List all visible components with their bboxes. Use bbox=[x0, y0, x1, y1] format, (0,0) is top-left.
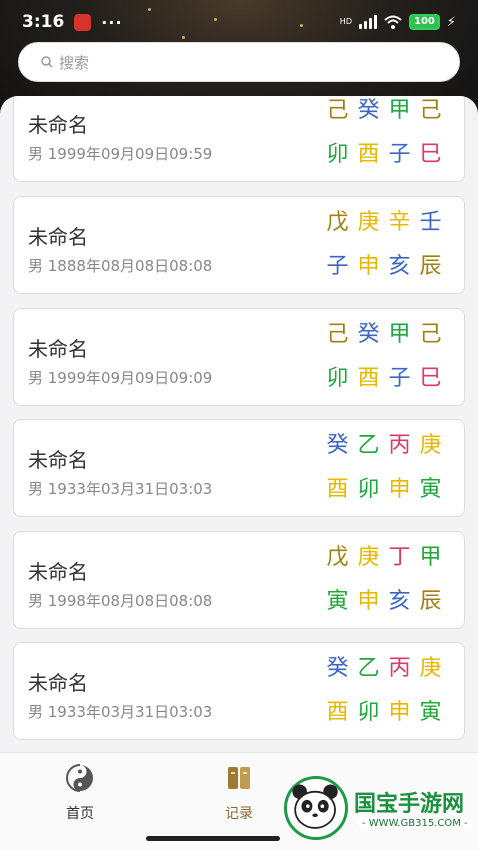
pillar-char: 壬 bbox=[419, 210, 442, 235]
pillar-char: 申 bbox=[357, 589, 380, 614]
tab-records[interactable]: 记录 bbox=[199, 763, 279, 823]
watermark-url: - WWW.GB315.COM - bbox=[358, 818, 472, 829]
panda-icon bbox=[284, 776, 348, 840]
bazi-pillars: 己癸甲己卯酉子巳 bbox=[322, 321, 446, 393]
record-name: 未命名 bbox=[28, 560, 88, 584]
hd-label: HD bbox=[339, 17, 352, 26]
wifi-icon bbox=[384, 15, 402, 29]
charging-icon: ⚡ bbox=[446, 14, 456, 30]
taiji-icon bbox=[66, 764, 93, 792]
record-name: 未命名 bbox=[28, 337, 88, 361]
pillar-char: 酉 bbox=[326, 700, 349, 725]
record-info: 男 1933年03月31日03:03 bbox=[28, 480, 213, 498]
book-icon bbox=[228, 767, 250, 789]
watermark-logo: 国宝手游网 - WWW.GB315.COM - bbox=[284, 770, 474, 846]
pillar-char: 己 bbox=[326, 322, 349, 347]
pillar-char: 己 bbox=[419, 322, 442, 347]
app-notification-icon bbox=[74, 13, 92, 31]
pillar-char: 巳 bbox=[419, 142, 442, 167]
pillar-char: 癸 bbox=[326, 433, 349, 458]
pillar-char: 寅 bbox=[419, 477, 442, 502]
signal-icon bbox=[358, 15, 377, 29]
battery-icon: 100 bbox=[408, 14, 440, 30]
pillar-char: 子 bbox=[388, 366, 411, 391]
pillar-char: 卯 bbox=[357, 700, 380, 725]
tab-home-label: 首页 bbox=[66, 806, 94, 822]
pillar-char: 甲 bbox=[388, 322, 411, 347]
pillar-char: 寅 bbox=[419, 700, 442, 725]
record-card[interactable]: 未命名 男 1888年08月08日08:08 戊庚辛壬子申亥辰 bbox=[13, 196, 465, 294]
pillar-char: 辰 bbox=[419, 254, 442, 279]
bazi-pillars: 戊庚丁甲寅申亥辰 bbox=[322, 544, 446, 616]
record-name: 未命名 bbox=[28, 113, 88, 137]
pillar-char: 辛 bbox=[388, 210, 411, 235]
pillar-char: 酉 bbox=[357, 366, 380, 391]
pillar-char: 癸 bbox=[357, 322, 380, 347]
watermark-title: 国宝手游网 bbox=[354, 792, 465, 817]
bazi-pillars: 癸乙丙庚酉卯申寅 bbox=[322, 655, 446, 727]
pillar-char: 申 bbox=[388, 700, 411, 725]
record-name: 未命名 bbox=[28, 225, 88, 249]
pillar-char: 癸 bbox=[357, 98, 380, 123]
pillar-char: 卯 bbox=[357, 477, 380, 502]
pillar-char: 丙 bbox=[388, 433, 411, 458]
record-card[interactable]: 未命名 男 1999年09月09日09:09 己癸甲己卯酉子巳 bbox=[13, 308, 465, 406]
pillar-char: 亥 bbox=[388, 254, 411, 279]
pillar-char: 申 bbox=[388, 477, 411, 502]
pillar-char: 卯 bbox=[326, 366, 349, 391]
record-info: 男 1933年03月31日03:03 bbox=[28, 703, 213, 721]
search-icon bbox=[41, 56, 53, 68]
search-placeholder: 搜索 bbox=[59, 53, 90, 72]
tab-records-label: 记录 bbox=[225, 806, 253, 822]
pillar-char: 亥 bbox=[388, 589, 411, 614]
record-info: 男 1888年08月08日08:08 bbox=[28, 257, 213, 275]
record-info: 男 1999年09月09日09:59 bbox=[28, 145, 213, 163]
pillar-char: 酉 bbox=[357, 142, 380, 167]
bazi-pillars: 戊庚辛壬子申亥辰 bbox=[322, 209, 446, 281]
pillar-char: 戊 bbox=[326, 210, 349, 235]
pillar-char: 丙 bbox=[388, 656, 411, 681]
record-info: 男 1998年08月08日08:08 bbox=[28, 592, 213, 610]
record-card[interactable]: 未命名 男 1999年09月09日09:59 己癸甲己卯酉子巳 bbox=[13, 96, 465, 182]
pillar-char: 乙 bbox=[357, 656, 380, 681]
pillar-char: 卯 bbox=[326, 142, 349, 167]
pillar-char: 庚 bbox=[357, 545, 380, 570]
pillar-char: 丁 bbox=[388, 545, 411, 570]
record-card[interactable]: 未命名 男 1998年08月08日08:08 戊庚丁甲寅申亥辰 bbox=[13, 531, 465, 629]
pillar-char: 甲 bbox=[419, 545, 442, 570]
status-bar: 3:16 ··· HD 100 ⚡ bbox=[0, 0, 478, 44]
pillar-char: 酉 bbox=[326, 477, 349, 502]
tab-home[interactable]: 首页 bbox=[40, 763, 120, 823]
pillar-char: 庚 bbox=[357, 210, 380, 235]
record-info: 男 1999年09月09日09:09 bbox=[28, 369, 213, 387]
bazi-pillars: 己癸甲己卯酉子巳 bbox=[322, 97, 446, 169]
pillar-char: 申 bbox=[357, 254, 380, 279]
pillar-char: 甲 bbox=[388, 98, 411, 123]
pillar-char: 子 bbox=[326, 254, 349, 279]
record-list[interactable]: 未命名 男 1999年09月09日09:59 己癸甲己卯酉子巳 未命名 男 18… bbox=[0, 96, 478, 752]
pillar-char: 己 bbox=[326, 98, 349, 123]
pillar-char: 癸 bbox=[326, 656, 349, 681]
status-more-icon: ··· bbox=[101, 12, 123, 32]
pillar-char: 庚 bbox=[419, 433, 442, 458]
record-name: 未命名 bbox=[28, 671, 88, 695]
pillar-char: 寅 bbox=[326, 589, 349, 614]
status-time: 3:16 bbox=[22, 12, 65, 32]
pillar-char: 巳 bbox=[419, 366, 442, 391]
pillar-char: 子 bbox=[388, 142, 411, 167]
home-indicator[interactable] bbox=[146, 836, 280, 841]
record-card[interactable]: 未命名 男 1933年03月31日03:03 癸乙丙庚酉卯申寅 bbox=[13, 419, 465, 517]
pillar-char: 庚 bbox=[419, 656, 442, 681]
record-name: 未命名 bbox=[28, 448, 88, 472]
bazi-pillars: 癸乙丙庚酉卯申寅 bbox=[322, 432, 446, 504]
pillar-char: 辰 bbox=[419, 589, 442, 614]
pillar-char: 戊 bbox=[326, 545, 349, 570]
search-input[interactable]: 搜索 bbox=[18, 42, 460, 82]
record-card[interactable]: 未命名 男 1933年03月31日03:03 癸乙丙庚酉卯申寅 bbox=[13, 642, 465, 740]
status-indicators: HD 100 ⚡ bbox=[340, 14, 456, 30]
pillar-char: 乙 bbox=[357, 433, 380, 458]
pillar-char: 己 bbox=[419, 98, 442, 123]
